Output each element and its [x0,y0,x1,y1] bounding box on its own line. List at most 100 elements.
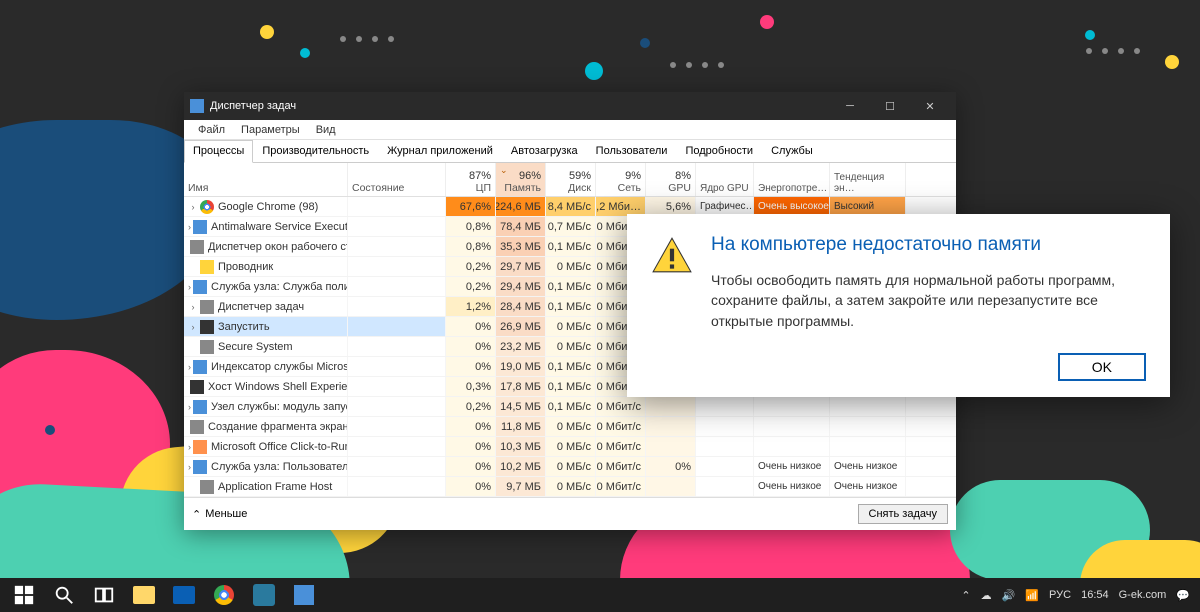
power-cell: Очень низкое [754,457,830,476]
dialog-text: Чтобы освободить память для нормальной р… [711,270,1146,331]
expand-icon[interactable]: › [188,402,191,412]
expand-icon[interactable]: › [188,322,198,332]
process-row[interactable]: ›Microsoft Office Click-to-Run (S…0%10,3… [184,437,956,457]
col-trend[interactable]: Тенденция эн… [830,163,906,196]
process-name: Узел службы: модуль запуска … [211,401,348,413]
tab-services[interactable]: Службы [762,140,822,162]
chevron-up-icon: ⌃ [192,508,201,521]
process-name: Google Chrome (98) [218,201,318,213]
col-gpu-engine[interactable]: Ядро GPU [696,163,754,196]
col-memory[interactable]: ⌄96%Память [496,163,546,196]
col-state[interactable]: Состояние [348,163,446,196]
tray-notifications-icon[interactable]: 💬 [1176,589,1190,602]
power-cell: Очень низкое [754,477,830,496]
maximize-button[interactable]: ☐ [870,92,910,120]
ok-button[interactable]: OK [1058,353,1146,381]
cpu-cell: 0,8% [446,217,496,236]
menu-view[interactable]: Вид [308,124,344,136]
power-cell [754,397,830,416]
memory-cell: 17,8 МБ [496,377,546,396]
disk-cell: 0,1 МБ/с [546,237,596,256]
cpu-cell: 0% [446,477,496,496]
tray-time[interactable]: 16:54 [1081,589,1109,601]
disk-cell: 0,1 МБ/с [546,377,596,396]
tray-wifi-icon[interactable]: 📶 [1025,589,1039,602]
menu-options[interactable]: Параметры [233,124,308,136]
taskbar-app-snagit[interactable] [244,578,284,612]
end-task-button[interactable]: Снять задачу [858,504,949,524]
process-row[interactable]: Application Frame Host0%9,7 МБ0 МБ/с0 Мб… [184,477,956,497]
col-gpu[interactable]: 8%GPU [646,163,696,196]
col-name[interactable]: Имя [184,163,348,196]
taskbar-app-mail[interactable] [164,578,204,612]
expand-icon[interactable]: › [188,222,191,232]
tab-users[interactable]: Пользователи [587,140,677,162]
close-button[interactable]: ✕ [910,92,950,120]
col-network[interactable]: 9%Сеть [596,163,646,196]
menu-file[interactable]: Файл [190,124,233,136]
titlebar[interactable]: Диспетчер задач ─ ☐ ✕ [184,92,956,120]
process-name: Служба узла: Пользовательска… [211,461,348,473]
taskbar-app-explorer[interactable] [124,578,164,612]
cpu-cell: 0,2% [446,397,496,416]
gpu-cell: 0% [646,457,696,476]
cpu-cell: 0% [446,317,496,336]
expand-icon[interactable]: › [188,282,191,292]
dialog-title: На компьютере недостаточно памяти [711,234,1146,256]
disk-cell: 0 МБ/с [546,477,596,496]
trend-cell [830,437,906,456]
taskview-button[interactable] [84,578,124,612]
cpu-cell: 0% [446,417,496,436]
expand-icon[interactable]: › [188,462,191,472]
tray-volume-icon[interactable]: 🔊 [1002,589,1016,602]
expand-icon[interactable]: › [188,442,191,452]
tab-details[interactable]: Подробности [676,140,762,162]
process-row[interactable]: ›Служба узла: Пользовательска…0%10,2 МБ0… [184,457,956,477]
process-name: Secure System [218,341,293,353]
expand-icon[interactable]: › [188,202,198,212]
disk-cell: 0 МБ/с [546,417,596,436]
process-icon [193,220,207,234]
tray-site: G-ek.com [1119,589,1167,601]
disk-cell: 0,1 МБ/с [546,297,596,316]
memory-cell: 26,9 МБ [496,317,546,336]
tab-startup[interactable]: Автозагрузка [502,140,587,162]
process-icon [190,380,204,394]
network-cell: 0 Мбит/с [596,457,646,476]
process-icon [190,240,204,254]
process-row[interactable]: ›Узел службы: модуль запуска …0,2%14,5 М… [184,397,956,417]
process-icon [200,200,214,214]
taskmgr-icon [190,99,204,113]
taskbar-app-chrome[interactable] [204,578,244,612]
memory-cell: 29,7 МБ [496,257,546,276]
memory-cell: 23,2 МБ [496,337,546,356]
col-power[interactable]: Энергопотре… [754,163,830,196]
memory-cell: 10,3 МБ [496,437,546,456]
window-title: Диспетчер задач [210,100,830,112]
tab-app-history[interactable]: Журнал приложений [378,140,502,162]
cpu-cell: 0% [446,457,496,476]
search-button[interactable] [44,578,84,612]
tab-performance[interactable]: Производительность [253,140,378,162]
sort-indicator-icon: ⌄ [500,165,508,176]
trend-cell: Очень низкое [830,457,906,476]
network-cell: 0 Мбит/с [596,397,646,416]
tray-cloud-icon[interactable]: ☁ [981,589,992,602]
power-cell [754,417,830,436]
warning-icon [651,234,693,276]
tray-language[interactable]: РУС [1049,589,1071,601]
minimize-button[interactable]: ─ [830,92,870,120]
tab-processes[interactable]: Процессы [184,140,253,163]
col-disk[interactable]: 59%Диск [546,163,596,196]
memory-cell: 78,4 МБ [496,217,546,236]
col-cpu[interactable]: 87%ЦП [446,163,496,196]
cpu-cell: 0% [446,357,496,376]
process-icon [193,440,207,454]
tray-chevron-icon[interactable]: ⌃ [961,589,970,602]
expand-icon[interactable]: › [188,362,191,372]
fewer-details-toggle[interactable]: ⌃ Меньше [192,508,247,521]
process-row[interactable]: Создание фрагмента экрана0%11,8 МБ0 МБ/с… [184,417,956,437]
taskbar-app-taskmgr[interactable] [284,578,324,612]
start-button[interactable] [4,578,44,612]
expand-icon[interactable]: › [188,302,198,312]
